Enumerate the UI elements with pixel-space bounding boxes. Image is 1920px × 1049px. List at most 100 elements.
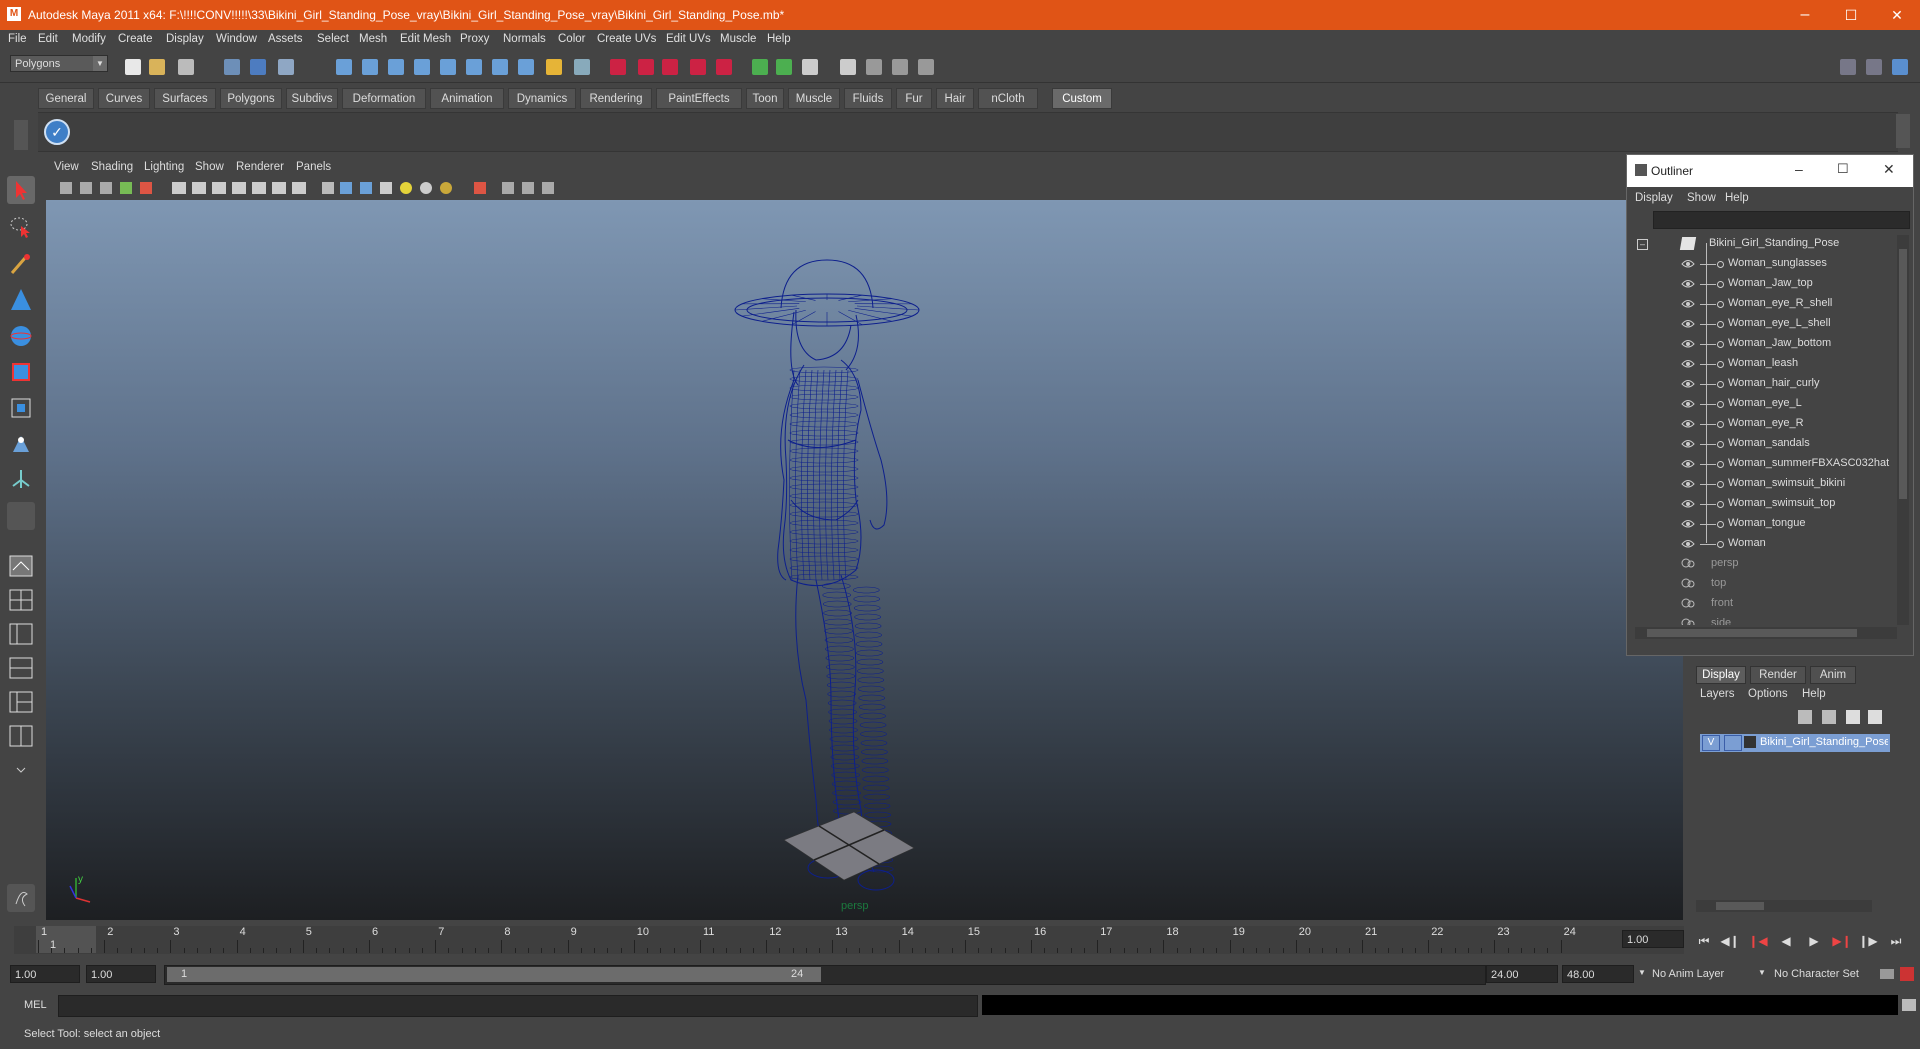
shelf-tab-hair[interactable]: Hair [936, 88, 974, 109]
layer-color-swatch[interactable] [1744, 736, 1756, 748]
safe-title-icon[interactable] [292, 182, 306, 194]
command-language-label[interactable]: MEL [24, 999, 47, 1011]
input-output-icon[interactable] [492, 59, 508, 75]
safe-action-icon[interactable] [272, 182, 286, 194]
select-component-icon[interactable] [278, 59, 294, 75]
wireframe-icon[interactable] [322, 182, 334, 194]
shelf-tab-custom[interactable]: Custom [1052, 88, 1112, 109]
hypershade-layout-icon[interactable] [7, 688, 35, 716]
outliner-minimize-button[interactable]: – [1795, 161, 1803, 177]
character-set-dropdown[interactable]: No Character Set [1774, 968, 1859, 980]
animation-end-field[interactable]: 48.00 [1562, 965, 1634, 983]
outliner-root-item[interactable]: – Bikini_Girl_Standing_Pose [1635, 235, 1897, 253]
outliner-menu-show[interactable]: Show [1687, 192, 1716, 204]
shelf-tab-surfaces[interactable]: Surfaces [154, 88, 216, 109]
gate-mask-icon[interactable] [232, 182, 246, 194]
outliner-item[interactable]: Woman_swimsuit_top [1635, 495, 1897, 513]
ipr-render-icon[interactable] [776, 59, 792, 75]
viewport-menu-shading[interactable]: Shading [91, 161, 133, 173]
menu-proxy[interactable]: Proxy [460, 33, 489, 45]
shelf-tab-curves[interactable]: Curves [98, 88, 150, 109]
resolution-gate-icon[interactable] [212, 182, 226, 194]
hypershade-icon[interactable] [840, 59, 856, 75]
isolate-select-icon[interactable] [502, 182, 514, 194]
step-back-key-icon[interactable]: ❙◀ [1748, 932, 1768, 950]
layer-move-down-icon[interactable] [1822, 710, 1836, 724]
soft-modification-icon[interactable] [7, 430, 35, 458]
viewport-menu-panels[interactable]: Panels [296, 161, 331, 173]
playback-start-field[interactable]: 1.00 [86, 965, 156, 983]
layer-tab-display[interactable]: Display [1696, 666, 1746, 684]
current-time-field[interactable]: 1.00 [1622, 930, 1684, 948]
new-layer-selected-icon[interactable] [1868, 710, 1882, 724]
menu-edit-mesh[interactable]: Edit Mesh [400, 33, 451, 45]
paint-select-tool-icon[interactable] [7, 250, 35, 278]
render-frame-icon[interactable] [752, 59, 768, 75]
layer-menu-options[interactable]: Options [1748, 688, 1788, 700]
menu-set-dropdown[interactable]: Polygons ▼ [10, 55, 108, 72]
save-scene-icon[interactable] [178, 59, 194, 75]
viewport-menu-renderer[interactable]: Renderer [236, 161, 284, 173]
last-tool-icon[interactable] [7, 502, 35, 530]
time-slider[interactable]: 1 1 2 3 4 5 6 7 8 9 10 11 12 13 14 15 16 17 18 19 20 21 22 23 2… [14, 926, 1684, 954]
shelf-menu-handle[interactable] [14, 120, 28, 150]
outliner-item[interactable]: Woman [1635, 535, 1897, 553]
range-slider-track[interactable]: 1 24 [164, 965, 1486, 985]
collapse-icon[interactable]: – [1637, 239, 1648, 250]
channel-box-toggle-icon[interactable] [1892, 59, 1908, 75]
lock-icon[interactable] [546, 59, 562, 75]
snap-curve-icon[interactable] [362, 59, 378, 75]
viewport-menu-view[interactable]: View [54, 161, 79, 173]
selection-mask-icon[interactable] [574, 59, 590, 75]
close-button[interactable]: ✕ [1874, 0, 1920, 30]
go-to-start-icon[interactable]: ⏮ [1694, 932, 1714, 950]
snap-plane-icon[interactable] [414, 59, 430, 75]
menu-window[interactable]: Window [216, 33, 257, 45]
outliner-item[interactable]: Woman_eye_R [1635, 415, 1897, 433]
magnet-point-icon[interactable] [662, 59, 678, 75]
menu-mesh[interactable]: Mesh [359, 33, 387, 45]
menu-create[interactable]: Create [118, 33, 153, 45]
outliner-camera-item[interactable]: top [1635, 575, 1897, 593]
menu-display[interactable]: Display [166, 33, 204, 45]
anim-layer-chevron-down-icon[interactable]: ▼ [1638, 968, 1646, 977]
menu-create-uvs[interactable]: Create UVs [597, 33, 656, 45]
textured-icon[interactable] [380, 182, 392, 194]
char-set-chevron-down-icon[interactable]: ▼ [1758, 968, 1766, 977]
show-manipulator-icon[interactable] [7, 466, 35, 494]
checkmark-icon[interactable]: ✓ [44, 119, 70, 145]
new-scene-icon[interactable] [125, 59, 141, 75]
play-forwards-icon[interactable]: ▶ [1804, 932, 1824, 950]
select-hierarchy-icon[interactable] [224, 59, 240, 75]
minimize-button[interactable]: – [1782, 0, 1828, 30]
bookmark-icon[interactable] [100, 182, 112, 194]
outliner-maximize-button[interactable]: ☐ [1837, 161, 1849, 177]
universal-manipulator-icon[interactable] [7, 394, 35, 422]
layout-options-icon[interactable] [7, 762, 35, 778]
shelf-tab-toon[interactable]: Toon [746, 88, 784, 109]
film-gate-icon[interactable] [192, 182, 206, 194]
smooth-shade-icon[interactable] [340, 182, 352, 194]
outliner-layout-icon[interactable] [7, 722, 35, 750]
clapboard-settings-icon[interactable] [918, 59, 934, 75]
camera-attributes-icon[interactable] [80, 182, 92, 194]
perspective-viewport[interactable]: y persp [46, 200, 1683, 920]
menu-muscle[interactable]: Muscle [720, 33, 756, 45]
field-chart-icon[interactable] [252, 182, 266, 194]
image-plane-icon[interactable] [120, 182, 132, 194]
move-tool-icon[interactable] [7, 286, 35, 314]
layer-tab-anim[interactable]: Anim [1810, 666, 1856, 684]
shelf-tab-subdivs[interactable]: Subdivs [286, 88, 338, 109]
layer-move-up-icon[interactable] [1798, 710, 1812, 724]
shelf-tab-rendering[interactable]: Rendering [580, 88, 652, 109]
outliner-camera-item[interactable]: side [1635, 615, 1897, 625]
tool-settings-toggle-icon[interactable] [1866, 59, 1882, 75]
snap-point-icon[interactable] [388, 59, 404, 75]
attribute-editor-toggle-icon[interactable] [1840, 59, 1856, 75]
render-settings-icon[interactable] [802, 59, 818, 75]
menu-normals[interactable]: Normals [503, 33, 546, 45]
shelf-tab-fluids[interactable]: Fluids [844, 88, 892, 109]
animation-prefs-icon[interactable] [1900, 967, 1914, 981]
layer-visibility-toggle[interactable]: V [1702, 735, 1720, 751]
select-object-icon[interactable] [250, 59, 266, 75]
